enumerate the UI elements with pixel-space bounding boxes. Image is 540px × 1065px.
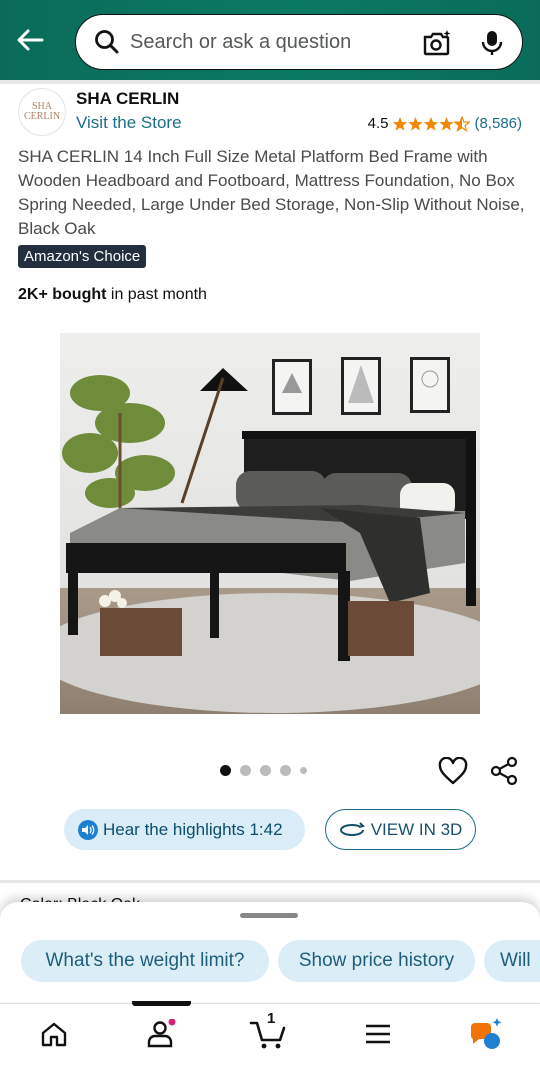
rufus-suggestion-sheet[interactable]: What's the weight limit? Show price hist… <box>0 902 540 1002</box>
carousel-dot[interactable] <box>220 765 231 776</box>
rating-summary[interactable]: 4.5 (8,586) <box>368 115 522 132</box>
nav-rufus-assistant[interactable] <box>466 1014 506 1054</box>
back-button[interactable] <box>10 22 50 58</box>
app-header <box>0 0 540 80</box>
menu-icon <box>366 1024 390 1044</box>
amazons-choice-badge[interactable]: Amazon's Choice <box>18 245 147 268</box>
share-icon[interactable] <box>490 756 520 791</box>
microphone-icon[interactable] <box>480 29 504 62</box>
carousel-dot[interactable] <box>300 767 307 774</box>
rufus-assistant-icon <box>470 1018 502 1049</box>
nav-cart[interactable]: 1 <box>248 1010 288 1054</box>
product-image[interactable] <box>60 333 480 714</box>
bought-in-past-month: 2K+ bought in past month <box>18 286 207 304</box>
active-tab-indicator <box>132 1001 191 1006</box>
brand-logo[interactable]: SHA CERLIN <box>18 88 66 136</box>
rating-value: 4.5 <box>367 115 389 132</box>
rating-count-link[interactable]: (8,586) <box>474 115 522 132</box>
bought-suffix: in past month <box>106 286 207 303</box>
cart-count: 1 <box>267 1010 276 1027</box>
view-in-3d-label: VIEW IN 3D <box>370 819 463 839</box>
home-icon <box>41 1022 67 1047</box>
search-icon <box>76 14 120 70</box>
visit-store-link[interactable]: Visit the Store <box>76 113 182 133</box>
suggestion-chip-price-history[interactable]: Show price history <box>278 940 475 982</box>
image-carousel-dots[interactable] <box>220 765 307 776</box>
section-divider <box>0 880 540 883</box>
search-bar[interactable] <box>75 14 523 70</box>
nav-account[interactable] <box>141 1014 181 1054</box>
rotate-3d-icon <box>339 821 365 836</box>
suggestion-chip-weight-limit[interactable]: What's the weight limit? <box>21 940 269 982</box>
header-divider <box>0 80 540 84</box>
bought-count: 2K+ bought <box>18 286 107 303</box>
brand-name: SHA CERLIN <box>76 89 180 108</box>
back-arrow-icon <box>17 29 44 51</box>
sheet-drag-handle[interactable] <box>240 913 298 918</box>
view-in-3d-button[interactable]: VIEW IN 3D <box>325 809 476 850</box>
hear-highlights-button[interactable]: Hear the highlights 1:42 <box>64 809 305 850</box>
carousel-dot[interactable] <box>240 765 251 776</box>
hear-highlights-label: Hear the highlights 1:42 <box>103 819 283 839</box>
product-title: SHA CERLIN 14 Inch Full Size Metal Platf… <box>18 147 525 238</box>
star-rating-icon <box>392 115 471 132</box>
suggestion-chip-will[interactable]: Will <box>484 940 540 982</box>
carousel-dot[interactable] <box>260 765 271 776</box>
camera-search-icon[interactable] <box>422 29 452 62</box>
nav-menu[interactable] <box>358 1014 398 1054</box>
search-input[interactable] <box>130 30 400 54</box>
audio-highlights-icon <box>78 819 98 840</box>
account-icon <box>147 1019 176 1048</box>
nav-home[interactable] <box>34 1014 74 1054</box>
brand-logo-text-2: CERLIN <box>23 111 61 122</box>
carousel-dot[interactable] <box>280 765 291 776</box>
wishlist-heart-icon[interactable] <box>438 756 468 790</box>
